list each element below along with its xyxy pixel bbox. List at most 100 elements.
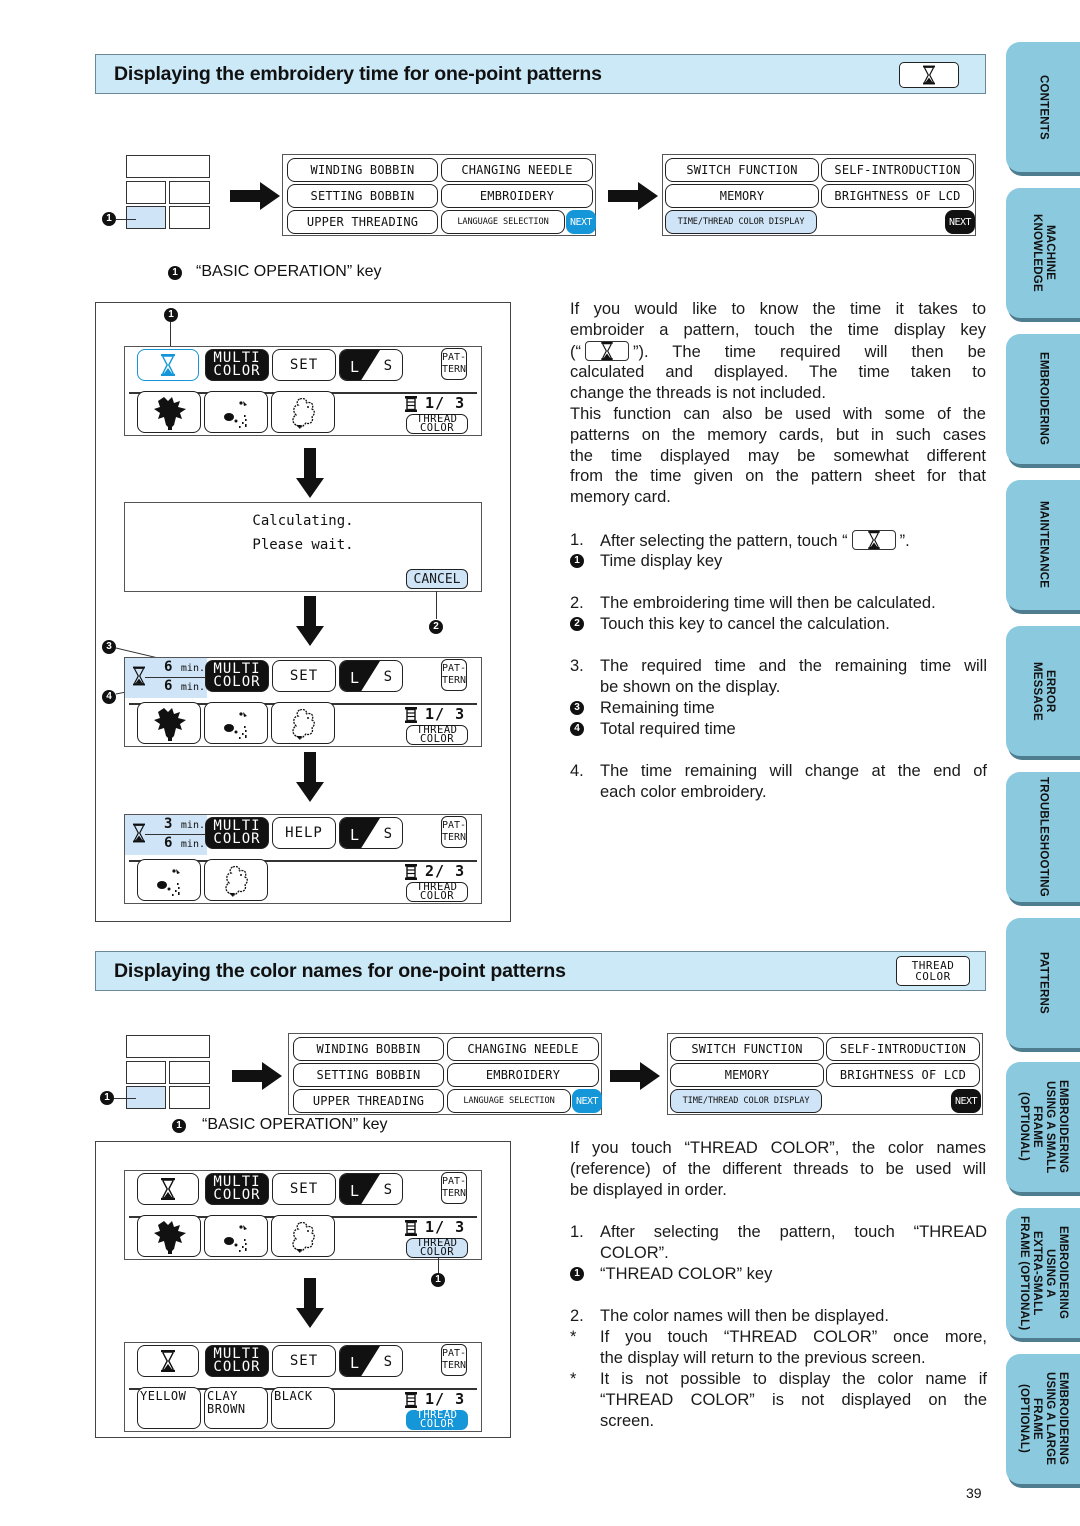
size-toggle-button[interactable]: L S [339,1173,403,1205]
language-selection-button[interactable]: LANGUAGE SELECTION [447,1089,571,1113]
time-display-key[interactable] [137,1173,199,1205]
size-toggle-button[interactable]: L S [339,660,403,692]
set-button[interactable]: SET [272,1173,336,1205]
multi-color-button[interactable]: MULTI COLOR [205,349,269,381]
help-button[interactable]: HELP [272,817,336,849]
pattern-thumbnail-1[interactable] [137,1215,201,1257]
callout-leader [436,591,437,619]
thread-color-button[interactable]: THREAD COLOR [406,1410,468,1430]
arrow-down-icon [296,1278,324,1328]
note-3: 3 Remaining time [570,698,990,719]
grid-key [126,181,166,204]
multi-color-button[interactable]: MULTI COLOR [205,1173,269,1205]
side-tab-embroidering[interactable]: EMBROIDERING [1006,334,1080,464]
step-3: 3. The required time and the remaining t… [570,657,987,696]
self-introduction-button[interactable]: SELF-INTRODUCTION [821,158,974,182]
thread-color-button[interactable]: THREAD COLOR [406,725,468,745]
side-tab-contents[interactable]: CONTENTS [1006,42,1080,172]
winding-bobbin-button[interactable]: WINDING BOBBIN [287,158,438,182]
next-button[interactable]: NEXT [572,1089,602,1113]
pattern-thumbnail-1[interactable] [137,702,201,744]
spool-icon [405,396,417,412]
changing-needle-button[interactable]: CHANGING NEEDLE [441,158,593,182]
upper-threading-button[interactable]: UPPER THREADING [287,210,438,234]
pattern-icon [150,395,190,431]
side-tab-troubleshooting[interactable]: TROUBLESHOOTING [1006,772,1080,902]
color-name-black[interactable]: BLACK [271,1387,335,1429]
multi-color-button[interactable]: MULTI COLOR [205,817,269,849]
pattern-thumbnail-1[interactable] [137,391,201,433]
changing-needle-button[interactable]: CHANGING NEEDLE [447,1037,599,1061]
time-display-key [899,62,959,88]
next-button[interactable]: NEXT [945,210,975,234]
pattern-button[interactable]: PAT- TERN [441,1344,467,1376]
pattern-thumbnail-3[interactable] [204,859,268,901]
next-button[interactable]: NEXT [951,1089,981,1113]
upper-threading-button[interactable]: UPPER THREADING [293,1089,444,1113]
side-tab-machine-knowledge[interactable]: MACHINE KNOWLEDGE [1006,188,1080,318]
pattern-thumbnail-3[interactable] [271,702,335,744]
side-tab-maintenance[interactable]: MAINTENANCE [1006,480,1080,610]
multi-color-button[interactable]: MULTI COLOR [205,660,269,692]
brightness-of-lcd-button[interactable]: BRIGHTNESS OF LCD [826,1063,980,1087]
pattern-thumbnail-2[interactable] [204,391,268,433]
side-tab-extra-small-frame[interactable]: EMBROIDERING USING A EXTRA-SMALL FRAME (… [1006,1208,1080,1338]
time-display-key[interactable] [137,1345,199,1377]
language-selection-button[interactable]: LANGUAGE SELECTION [441,210,565,234]
basic-operation-menu-screen: WINDING BOBBIN CHANGING NEEDLE SETTING B… [288,1033,602,1115]
setting-bobbin-button[interactable]: SETTING BOBBIN [293,1063,444,1087]
size-toggle-button[interactable]: L S [339,349,403,381]
embroidery-button[interactable]: EMBROIDERY [441,184,593,208]
pattern-thumbnail-2[interactable] [204,702,268,744]
pattern-thumbnail-2[interactable] [137,859,201,901]
total-time: 6 min. [164,835,205,851]
switch-function-button[interactable]: SWITCH FUNCTION [665,158,819,182]
winding-bobbin-button[interactable]: WINDING BOBBIN [293,1037,444,1061]
memory-button[interactable]: MEMORY [665,184,819,208]
set-button[interactable]: SET [272,349,336,381]
thread-color-button[interactable]: THREAD COLOR [406,882,468,902]
brightness-of-lcd-button[interactable]: BRIGHTNESS OF LCD [821,184,974,208]
side-tab-small-frame[interactable]: EMBROIDERING USING A SMALL FRAME (OPTION… [1006,1062,1080,1192]
pattern-icon [217,395,257,431]
switch-function-button[interactable]: SWITCH FUNCTION [670,1037,824,1061]
basic-operation-key[interactable] [126,206,166,229]
size-toggle-button[interactable]: L S [339,1345,403,1377]
hourglass-icon [868,531,880,549]
embroidery-button[interactable]: EMBROIDERY [447,1063,599,1087]
grid-key [169,1086,210,1109]
pattern-thumbnail-2[interactable] [204,1215,268,1257]
pattern-button[interactable]: PAT- TERN [441,1172,467,1204]
step-2: 2. The color names will then be displaye… [570,1307,889,1325]
time-display-key[interactable] [137,349,199,381]
color-name-yellow[interactable]: YELLOW [137,1387,201,1429]
pattern-thumbnail-3[interactable] [271,391,335,433]
callout-1: 1 [168,266,182,280]
thread-color-button[interactable]: THREAD COLOR [406,414,468,434]
self-introduction-button[interactable]: SELF-INTRODUCTION [826,1037,980,1061]
size-toggle-button[interactable]: L S [339,817,403,849]
pattern-button[interactable]: PAT- TERN [441,348,467,380]
time-thread-color-display-button[interactable]: TIME/THREAD COLOR DISPLAY [665,210,817,234]
side-tab-patterns[interactable]: PATTERNS [1006,918,1080,1048]
grid-key [126,1035,210,1058]
cancel-button[interactable]: CANCEL [406,569,468,589]
time-thread-color-display-button[interactable]: TIME/THREAD COLOR DISPLAY [670,1089,822,1113]
setting-bobbin-button[interactable]: SETTING BOBBIN [287,184,438,208]
thread-color-button[interactable]: THREAD COLOR [406,1238,468,1258]
color-name-clay-brown[interactable]: CLAY BROWN [204,1387,268,1429]
pattern-button[interactable]: PAT- TERN [441,816,467,848]
section-title: Displaying the embroidery time for one-p… [114,63,602,85]
next-button[interactable]: NEXT [566,210,596,234]
set-button[interactable]: SET [272,660,336,692]
remaining-time: 3 min. [164,816,205,832]
set-button[interactable]: SET [272,1345,336,1377]
memory-button[interactable]: MEMORY [670,1063,824,1087]
hourglass-icon [601,342,613,360]
pattern-thumbnail-3[interactable] [271,1215,335,1257]
multi-color-button[interactable]: MULTI COLOR [205,1345,269,1377]
callout-1: 1 [102,212,116,226]
side-tab-large-frame[interactable]: EMBROIDERING USING A LARGE FRAME (OPTION… [1006,1354,1080,1484]
side-tab-error-message[interactable]: ERROR MESSAGE [1006,626,1080,756]
pattern-button[interactable]: PAT- TERN [441,659,467,691]
